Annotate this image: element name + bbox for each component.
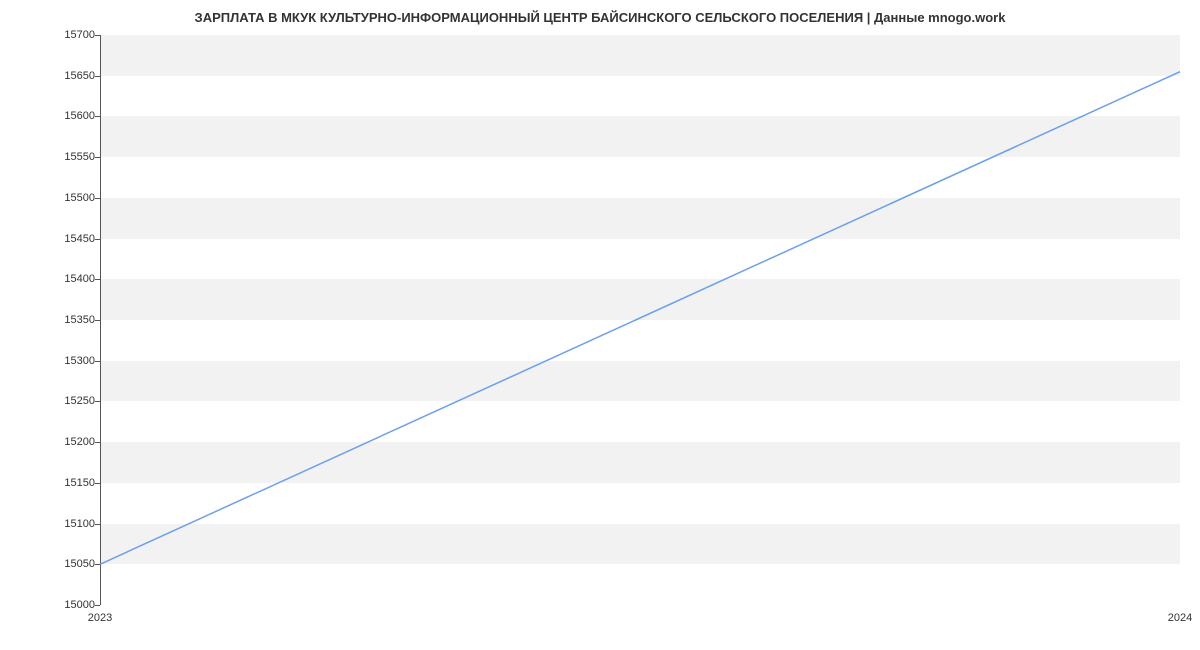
y-tick bbox=[95, 605, 100, 606]
x-tick-label: 2023 bbox=[88, 612, 112, 624]
y-tick-label: 15300 bbox=[5, 355, 95, 367]
y-tick-label: 15050 bbox=[5, 558, 95, 570]
y-tick-label: 15150 bbox=[5, 477, 95, 489]
y-tick-label: 15600 bbox=[5, 110, 95, 122]
y-tick-label: 15500 bbox=[5, 192, 95, 204]
y-tick-label: 15550 bbox=[5, 151, 95, 163]
series-line bbox=[100, 72, 1180, 565]
x-tick-label: 2024 bbox=[1168, 612, 1192, 624]
y-tick-label: 15700 bbox=[5, 29, 95, 41]
chart-line-svg bbox=[100, 35, 1180, 605]
y-tick-label: 15650 bbox=[5, 70, 95, 82]
y-tick-label: 15400 bbox=[5, 273, 95, 285]
y-tick-label: 15200 bbox=[5, 436, 95, 448]
y-tick-label: 15100 bbox=[5, 518, 95, 530]
y-tick-label: 15000 bbox=[5, 599, 95, 611]
y-tick-label: 15250 bbox=[5, 395, 95, 407]
y-tick-label: 15350 bbox=[5, 314, 95, 326]
y-tick-label: 15450 bbox=[5, 233, 95, 245]
chart-title: ЗАРПЛАТА В МКУК КУЛЬТУРНО-ИНФОРМАЦИОННЫЙ… bbox=[0, 10, 1200, 25]
chart-container: ЗАРПЛАТА В МКУК КУЛЬТУРНО-ИНФОРМАЦИОННЫЙ… bbox=[0, 0, 1200, 650]
